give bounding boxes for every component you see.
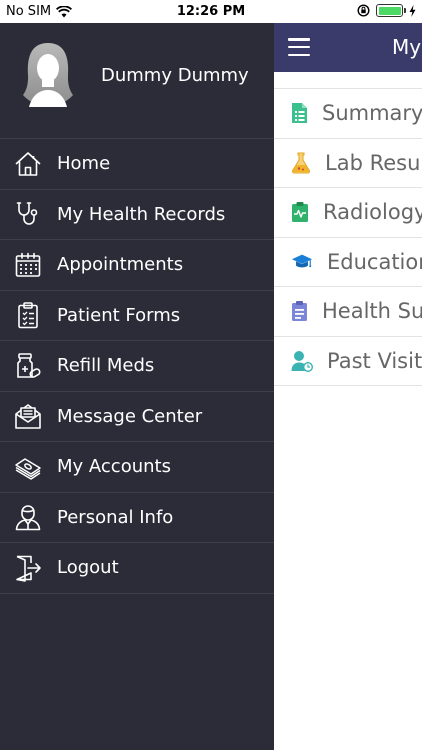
profile-header: Dummy Dummy (0, 23, 274, 139)
user-name: Dummy Dummy (101, 65, 249, 86)
list-label: Radiology (323, 200, 422, 225)
orientation-lock-icon (357, 4, 370, 17)
clipboard-icon (14, 301, 42, 329)
menu-item-message-center[interactable]: Message Center (0, 392, 274, 442)
money-icon (14, 453, 42, 481)
health-records-list: Summary Lab Resul Radiology Educatior He… (274, 88, 422, 386)
main-content: My Summary Lab Resul Radiology Educatior… (274, 23, 422, 750)
page-title: My (392, 35, 422, 59)
list-item-education[interactable]: Educatior (274, 238, 422, 287)
menu-item-home[interactable]: Home (0, 139, 274, 190)
logout-icon (14, 554, 42, 582)
list-label: Educatior (327, 249, 422, 274)
list-label: Lab Resul (325, 150, 422, 175)
radiology-icon (291, 200, 309, 224)
list-item-radiology[interactable]: Radiology (274, 188, 422, 238)
stethoscope-icon (14, 200, 42, 228)
calendar-icon (14, 251, 42, 279)
status-bar: No SIM 12:26 PM (0, 0, 422, 23)
menu-label: Appointments (57, 254, 184, 276)
hamburger-menu-icon[interactable] (288, 38, 310, 56)
menu-item-logout[interactable]: Logout (0, 543, 274, 594)
battery-icon (376, 4, 406, 17)
avatar[interactable] (20, 41, 76, 107)
list-label: Past Visits (327, 348, 422, 373)
list-label: Health Su (322, 299, 422, 324)
pill-bottle-icon (14, 352, 42, 380)
list-item-lab-results[interactable]: Lab Resul (274, 139, 422, 188)
menu-item-health-records[interactable]: My Health Records (0, 190, 274, 240)
menu-label: Refill Meds (57, 355, 155, 377)
list-item-health-survey[interactable]: Health Su (274, 287, 422, 337)
survey-icon (291, 299, 308, 323)
person-icon (14, 503, 42, 531)
menu-label: Patient Forms (57, 304, 181, 326)
home-icon (14, 150, 42, 178)
menu-item-my-accounts[interactable]: My Accounts (0, 442, 274, 493)
list-item-past-visits[interactable]: Past Visits (274, 337, 422, 386)
top-bar: My (274, 23, 422, 72)
charging-bolt-icon (409, 4, 416, 17)
menu-item-refill-meds[interactable]: Refill Meds (0, 341, 274, 392)
list-label: Summary (322, 101, 422, 126)
menu-item-appointments[interactable]: Appointments (0, 240, 274, 291)
user-clock-icon (291, 349, 313, 373)
menu-label: Home (57, 153, 111, 175)
menu-label: My Accounts (57, 456, 171, 478)
summary-icon (291, 101, 308, 125)
menu-item-patient-forms[interactable]: Patient Forms (0, 291, 274, 341)
menu-item-personal-info[interactable]: Personal Info (0, 493, 274, 543)
navigation-drawer: Dummy Dummy Home My Health Records Appoi… (0, 23, 274, 750)
list-item-summary[interactable]: Summary (274, 89, 422, 139)
flask-icon (291, 151, 311, 175)
menu-label: Logout (57, 557, 119, 579)
menu-label: Message Center (57, 405, 203, 427)
menu-label: My Health Records (57, 203, 226, 225)
graduation-cap-icon (291, 250, 313, 274)
menu-label: Personal Info (57, 506, 174, 528)
envelope-icon (14, 402, 42, 430)
